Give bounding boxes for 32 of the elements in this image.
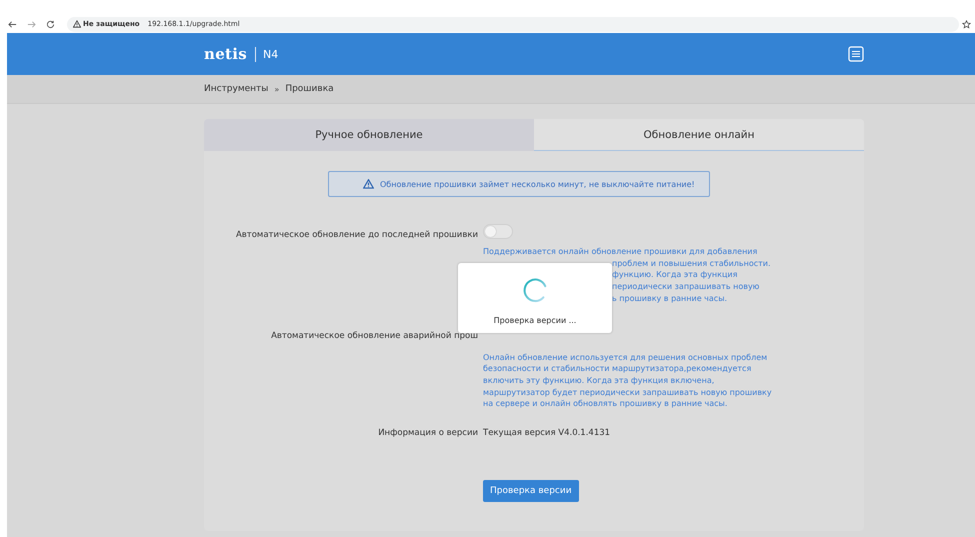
warning-icon <box>73 20 81 28</box>
breadcrumb-item[interactable]: Инструменты <box>204 84 268 94</box>
breadcrumb-item: Прошивка <box>285 84 334 94</box>
description-text: ь прошивку в ранние часы. <box>611 292 728 305</box>
setting-label: Автоматическое обновление аварийной прош <box>271 330 478 341</box>
check-version-button[interactable]: Проверка версии <box>483 480 579 502</box>
setting-label: Автоматическое обновление до последней прошивки <box>236 230 478 240</box>
tab[interactable]: Ручное обновление <box>204 119 534 151</box>
description-text: безопасности и стабильности маршрутизатора,рекомендуется <box>483 363 752 375</box>
menu-button[interactable] <box>848 46 864 62</box>
tab[interactable]: Обновление онлайн <box>534 119 864 151</box>
breadcrumb-separator: » <box>274 84 280 94</box>
description-text: периодически запрашивать новую <box>611 281 760 293</box>
description-text: включить эту функцию. Когда эта функция включена, <box>483 374 716 387</box>
warning-icon <box>363 179 374 189</box>
description-text: проблем и повышения стабильности. <box>611 258 771 270</box>
description-text: маршрутизатор будет периодически запрашивать новую прошивку <box>483 386 772 398</box>
back-icon[interactable] <box>8 20 17 28</box>
version-value: Текущая версия V4.0.1.4131 <box>483 428 610 438</box>
notice-text: Обновление прошивки займет несколько минут, не выключайте питание! <box>380 180 695 188</box>
menu-icon <box>848 46 864 62</box>
model-name: N4 <box>263 48 278 60</box>
description-text: Поддерживается онлайн обновление прошивки для добавления <box>483 246 758 258</box>
description-text: функцию. Когда эта функция <box>611 269 738 282</box>
description-text: Онлайн обновление используется для решения основных проблем <box>483 352 768 364</box>
toggle-switch[interactable] <box>483 224 513 239</box>
reload-icon[interactable] <box>46 20 55 28</box>
logo-text: netis <box>204 45 248 63</box>
loading-text: Проверка версии ... <box>494 316 576 325</box>
description-text: на сервере и онлайн обновлять прошивку в ранние часы. <box>483 398 728 410</box>
setting-label: Информация о версии <box>378 428 478 438</box>
bookmark-star-icon[interactable] <box>962 20 971 28</box>
